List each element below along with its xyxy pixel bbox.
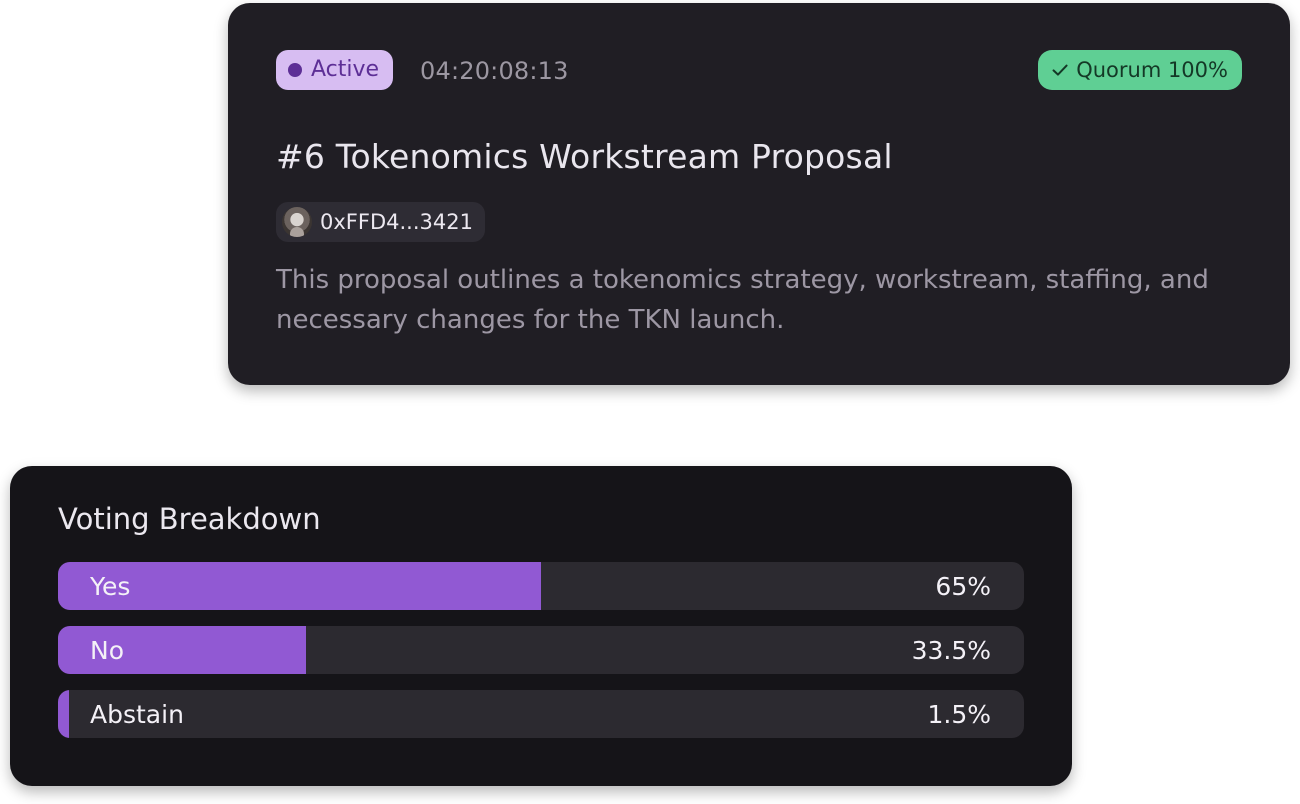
quorum-label: Quorum 100% [1076, 57, 1228, 82]
vote-percent-yes: 65% [935, 571, 991, 601]
status-dot-icon [288, 63, 302, 77]
vote-label-no: No [90, 635, 124, 665]
vote-percent-abstain: 1.5% [927, 699, 991, 729]
vote-label-yes: Yes [90, 571, 131, 601]
vote-label-abstain: Abstain [90, 699, 184, 729]
voting-breakdown-card: Voting Breakdown Yes 65% No 33.5% Abstai… [10, 466, 1072, 786]
author-chip[interactable]: 0xFFD4...3421 [276, 202, 485, 242]
vote-option-yes[interactable]: Yes 65% [58, 562, 1024, 610]
check-icon [1050, 60, 1070, 80]
vote-percent-no: 33.5% [911, 635, 991, 665]
vote-option-abstain[interactable]: Abstain 1.5% [58, 690, 1024, 738]
governance-screen: Active 04:20:08:13 Quorum 100% #6 Tokeno… [0, 0, 1300, 804]
quorum-badge: Quorum 100% [1038, 50, 1242, 90]
proposal-countdown: 04:20:08:13 [420, 57, 569, 85]
vote-bar-abstain [58, 690, 69, 738]
avatar [282, 207, 312, 237]
vote-bar-yes [58, 562, 541, 610]
voting-breakdown-title: Voting Breakdown [58, 502, 321, 536]
proposal-card[interactable]: Active 04:20:08:13 Quorum 100% #6 Tokeno… [228, 3, 1290, 385]
proposal-description: This proposal outlines a tokenomics stra… [276, 265, 1209, 335]
status-label: Active [311, 57, 380, 82]
proposal-title: #6 Tokenomics Workstream Proposal [276, 137, 893, 176]
author-address: 0xFFD4...3421 [320, 209, 473, 234]
status-badge: Active [276, 50, 394, 90]
vote-option-no[interactable]: No 33.5% [58, 626, 1024, 674]
